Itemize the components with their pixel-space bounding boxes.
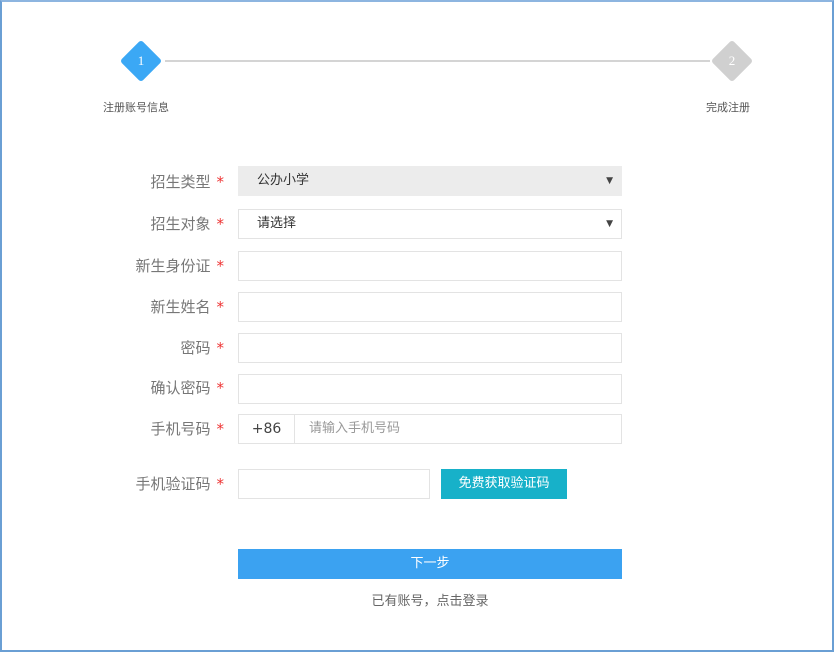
phone-field[interactable]: +86 请输入手机号码 <box>238 414 622 444</box>
next-step-button[interactable]: 下一步 <box>238 549 622 579</box>
id-card-label: 新生身份证 * <box>135 257 224 275</box>
password-input[interactable] <box>238 333 622 363</box>
step-connector <box>165 60 710 62</box>
sms-code-label: 手机验证码 * <box>135 475 224 493</box>
step-2-indicator: 2 <box>710 39 754 83</box>
step-1-number: 1 <box>137 53 145 68</box>
target-label: 招生对象 * <box>150 215 224 233</box>
confirm-password-input[interactable] <box>238 374 622 404</box>
phone-label: 手机号码 * <box>150 420 224 438</box>
target-select[interactable]: 请选择 ▼ <box>238 209 622 239</box>
login-link[interactable]: 已有账号，点击登录 <box>238 590 622 609</box>
school-type-label: 招生类型 * <box>150 173 224 191</box>
dropdown-arrow-icon: ▼ <box>606 176 613 186</box>
step-2-number: 2 <box>728 53 736 68</box>
id-card-input[interactable] <box>238 251 622 281</box>
phone-placeholder[interactable]: 请输入手机号码 <box>309 415 400 443</box>
name-input[interactable] <box>238 292 622 322</box>
dropdown-arrow-icon: ▼ <box>606 219 613 229</box>
step-1-indicator: 1 <box>119 39 163 83</box>
get-code-button[interactable]: 免费获取验证码 <box>441 469 567 499</box>
country-code: +86 <box>239 415 295 443</box>
target-value: 请选择 <box>257 216 297 231</box>
school-type-value: 公办小学 <box>257 173 310 188</box>
school-type-select[interactable]: 公办小学 ▼ <box>238 166 622 196</box>
confirm-password-label: 确认密码 * <box>150 379 224 397</box>
step-1-label: 注册账号信息 <box>103 101 169 114</box>
name-label: 新生姓名 * <box>150 298 224 316</box>
password-label: 密码 * <box>180 339 224 357</box>
sms-code-input[interactable] <box>238 469 430 499</box>
step-2-label: 完成注册 <box>706 101 750 114</box>
